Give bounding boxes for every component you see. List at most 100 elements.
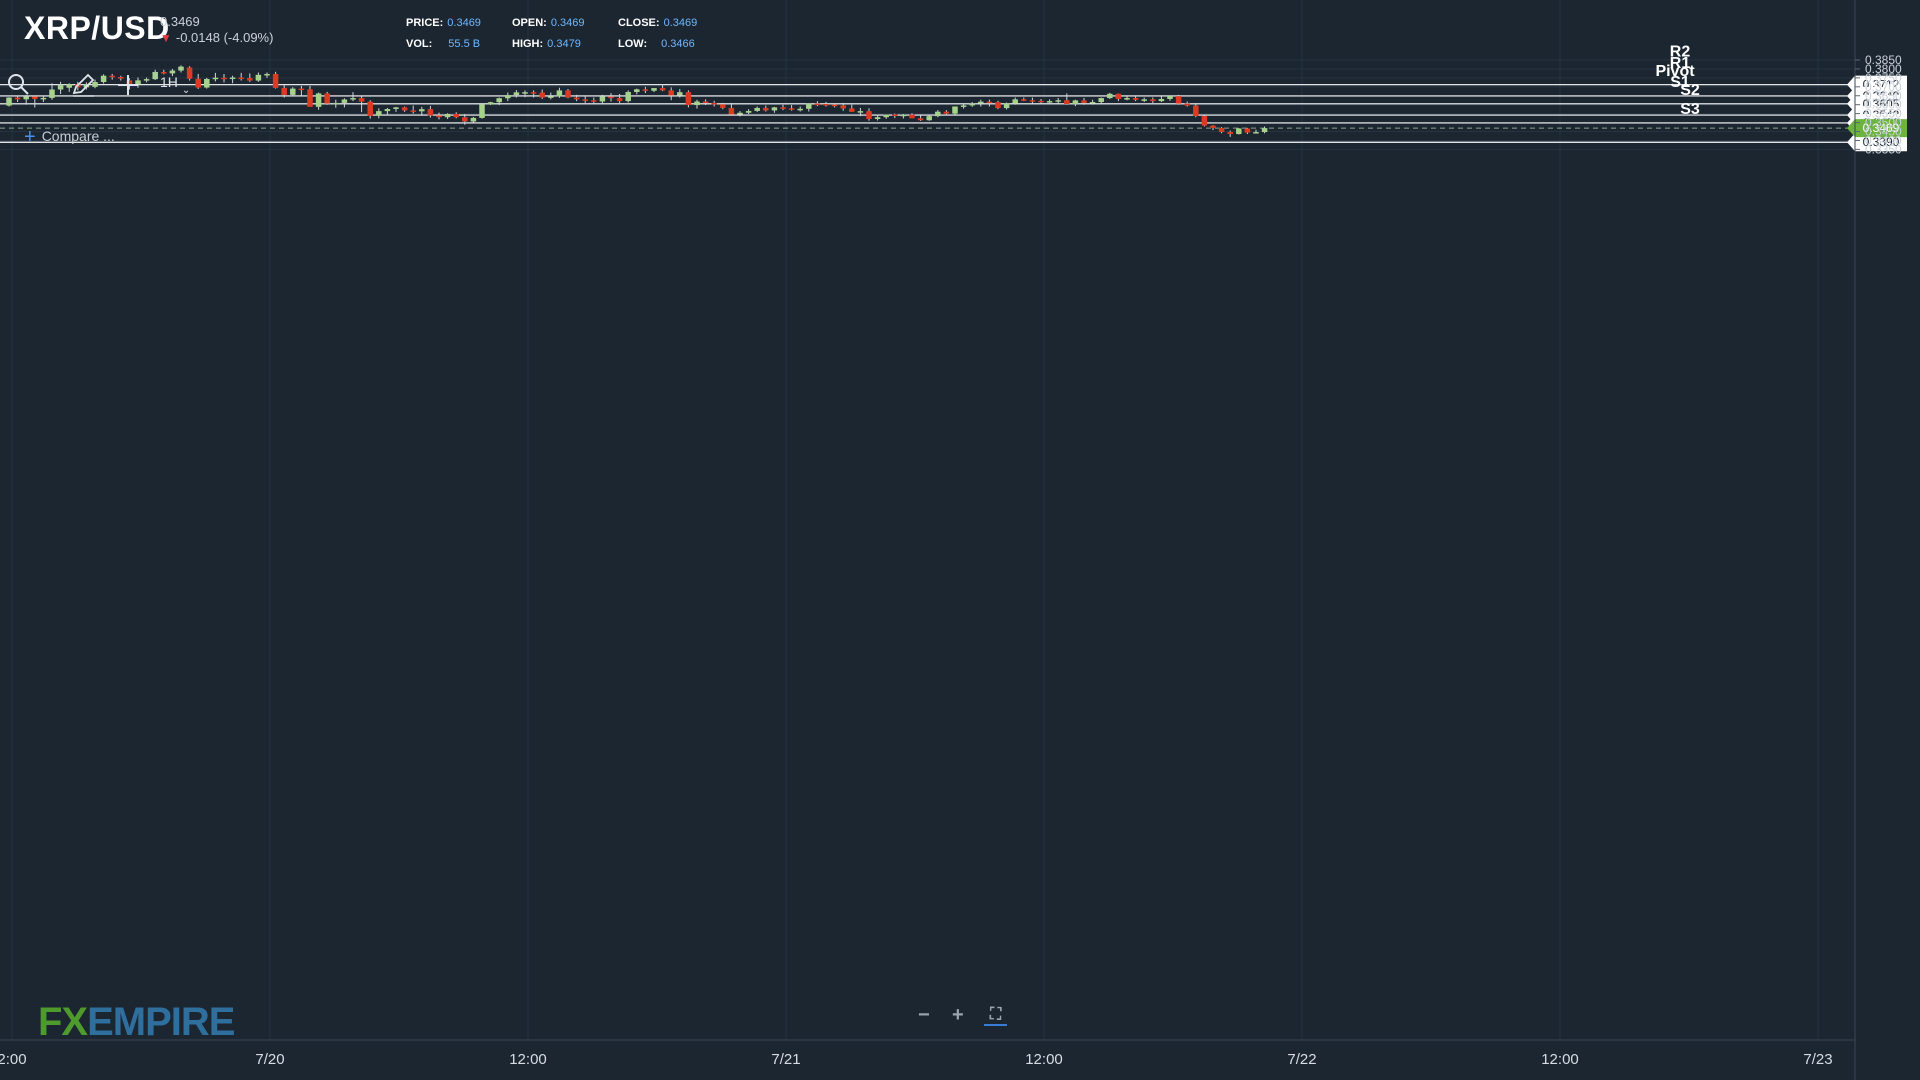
candle-up xyxy=(376,111,382,116)
candle-up xyxy=(1124,98,1130,100)
candle-down xyxy=(1064,100,1070,104)
last-price: 0.3469 xyxy=(160,14,200,29)
candle-down xyxy=(892,114,898,117)
candle-up xyxy=(978,101,984,104)
candle-down xyxy=(728,107,735,115)
candle-down xyxy=(427,109,434,116)
stat-low: LOW: 0.3466 xyxy=(618,38,695,50)
candle-up xyxy=(522,92,528,94)
price-chart[interactable]: R20.3712R10.3649Pivot0.3605S10.3542S20.3… xyxy=(0,0,1920,1080)
candle-up xyxy=(152,71,158,80)
pencil-icon[interactable] xyxy=(70,72,96,98)
candle-down xyxy=(1193,105,1199,116)
candle-down xyxy=(1029,100,1036,102)
candle-down xyxy=(866,111,872,120)
candle-up xyxy=(935,111,941,117)
candle-up xyxy=(1158,98,1165,102)
candle-up xyxy=(315,93,322,107)
candle-up xyxy=(806,103,812,109)
candle-down xyxy=(272,73,279,88)
candle-up xyxy=(513,92,520,96)
compare-label: Compare ... xyxy=(41,128,115,144)
candle-up xyxy=(212,77,219,80)
candle-up xyxy=(255,74,262,81)
plus-icon[interactable] xyxy=(116,73,140,97)
candle-up xyxy=(883,114,889,118)
candle-up xyxy=(960,105,967,107)
level-label-s3: S3 xyxy=(1680,101,1700,118)
search-icon[interactable] xyxy=(6,72,30,96)
candle-up xyxy=(1107,93,1113,99)
x-tick-label: 7/21 xyxy=(771,1051,800,1068)
candle-down xyxy=(436,115,442,118)
fullscreen-button[interactable]: ⛶ xyxy=(984,1006,1008,1026)
candle-up xyxy=(1261,128,1268,133)
candle-up xyxy=(470,117,477,122)
candle-up xyxy=(754,107,760,111)
chevron-down-icon: ⌄ xyxy=(181,85,191,96)
candle-down xyxy=(32,96,38,99)
candle-down xyxy=(1244,128,1251,133)
compare-button[interactable]: + Compare ... xyxy=(24,126,115,149)
candle-down xyxy=(462,117,468,122)
candle-up xyxy=(290,88,296,95)
candle-up xyxy=(393,107,399,109)
chart-background xyxy=(0,0,1920,1080)
candle-down xyxy=(221,77,227,80)
candle-down xyxy=(307,89,313,107)
candle-up xyxy=(969,103,975,106)
candle-up xyxy=(625,92,631,102)
timeframe-select[interactable]: 1H⌄ xyxy=(160,74,190,96)
candle-down xyxy=(539,92,545,98)
level-label-s2: S2 xyxy=(1680,82,1700,99)
x-tick-label: 12:00 xyxy=(1025,1051,1063,1068)
candle-up xyxy=(496,98,502,103)
candle-down xyxy=(453,113,459,118)
candle-down xyxy=(14,97,21,100)
candle-up xyxy=(1012,99,1018,104)
candle-down xyxy=(401,107,408,111)
plus-icon: + xyxy=(24,126,36,148)
candle-up xyxy=(1098,98,1104,103)
candle-up xyxy=(599,96,606,102)
candle-down xyxy=(849,108,855,112)
symbol-title: XRP/USD xyxy=(24,10,170,46)
x-tick-label: 12:00 xyxy=(509,1051,547,1068)
candle-up xyxy=(745,110,752,113)
candle-down xyxy=(298,88,305,91)
candle-down xyxy=(1115,93,1122,99)
candle-up xyxy=(874,117,881,120)
candle-up xyxy=(677,92,683,96)
candle-down xyxy=(410,110,416,112)
candle-down xyxy=(711,102,717,105)
x-tick-label: 12:00 xyxy=(1541,1051,1579,1068)
x-tick-label: 7/22 xyxy=(1287,1051,1316,1068)
candle-down xyxy=(238,77,244,80)
candle-up xyxy=(926,116,932,121)
candle-up xyxy=(1046,101,1053,103)
candle-up xyxy=(771,107,778,111)
candle-up xyxy=(900,114,907,117)
candle-up xyxy=(341,99,348,103)
candle-down xyxy=(1201,115,1208,126)
candle-up xyxy=(49,89,55,98)
candle-up xyxy=(1003,103,1010,109)
stat-high: HIGH: 0.3479 xyxy=(512,38,581,50)
candle-down xyxy=(1184,103,1190,106)
candle-up xyxy=(169,70,176,74)
candle-up xyxy=(204,78,210,88)
candle-up xyxy=(694,101,700,106)
candle-down xyxy=(642,89,649,91)
zoom-out-button[interactable]: − xyxy=(918,1004,930,1027)
candle-up xyxy=(178,66,184,71)
candle-down xyxy=(685,92,692,106)
zoom-in-button[interactable]: + xyxy=(952,1004,964,1027)
candle-down xyxy=(1227,132,1233,135)
candle-down xyxy=(840,105,846,109)
candle-up xyxy=(556,90,563,97)
y-tick-label: 0.3350 xyxy=(1865,142,1902,156)
candle-down xyxy=(109,75,115,78)
candle-up xyxy=(737,112,743,115)
candle-up xyxy=(143,79,150,81)
candle-up xyxy=(1167,96,1173,99)
